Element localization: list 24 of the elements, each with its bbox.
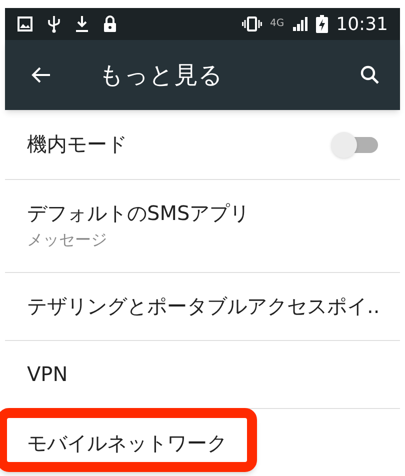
signal-icon	[292, 16, 308, 32]
setting-title: テザリングとポータブルアクセスポイ..	[27, 294, 380, 319]
clock-time: 10:31	[336, 12, 388, 36]
setting-title: 機内モード	[27, 132, 127, 157]
setting-title: VPN	[27, 362, 68, 387]
battery-charging-icon	[316, 15, 328, 33]
usb-icon	[47, 15, 61, 33]
download-icon	[75, 15, 89, 33]
setting-title: デフォルトのSMSアプリ	[27, 200, 250, 226]
setting-row[interactable]: 機内モード	[5, 110, 400, 180]
vibrate-icon	[242, 16, 262, 32]
setting-row[interactable]: デフォルトのSMSアプリ メッセージ	[5, 180, 400, 273]
lock-icon	[103, 15, 117, 33]
network-type-label: 4G	[270, 19, 284, 29]
setting-row[interactable]: テザリングとポータブルアクセスポイ..	[5, 273, 400, 341]
setting-subtitle: メッセージ	[27, 228, 108, 250]
setting-title: モバイルネットワーク	[27, 430, 227, 456]
search-icon	[360, 65, 380, 85]
image-icon	[17, 16, 33, 32]
back-arrow-icon	[31, 66, 51, 84]
setting-row[interactable]: VPN	[5, 341, 400, 409]
screen-title: もっと見る	[99, 60, 224, 91]
setting-row[interactable]: モバイルネットワーク	[5, 409, 400, 476]
toggle-switch[interactable]	[330, 130, 380, 158]
